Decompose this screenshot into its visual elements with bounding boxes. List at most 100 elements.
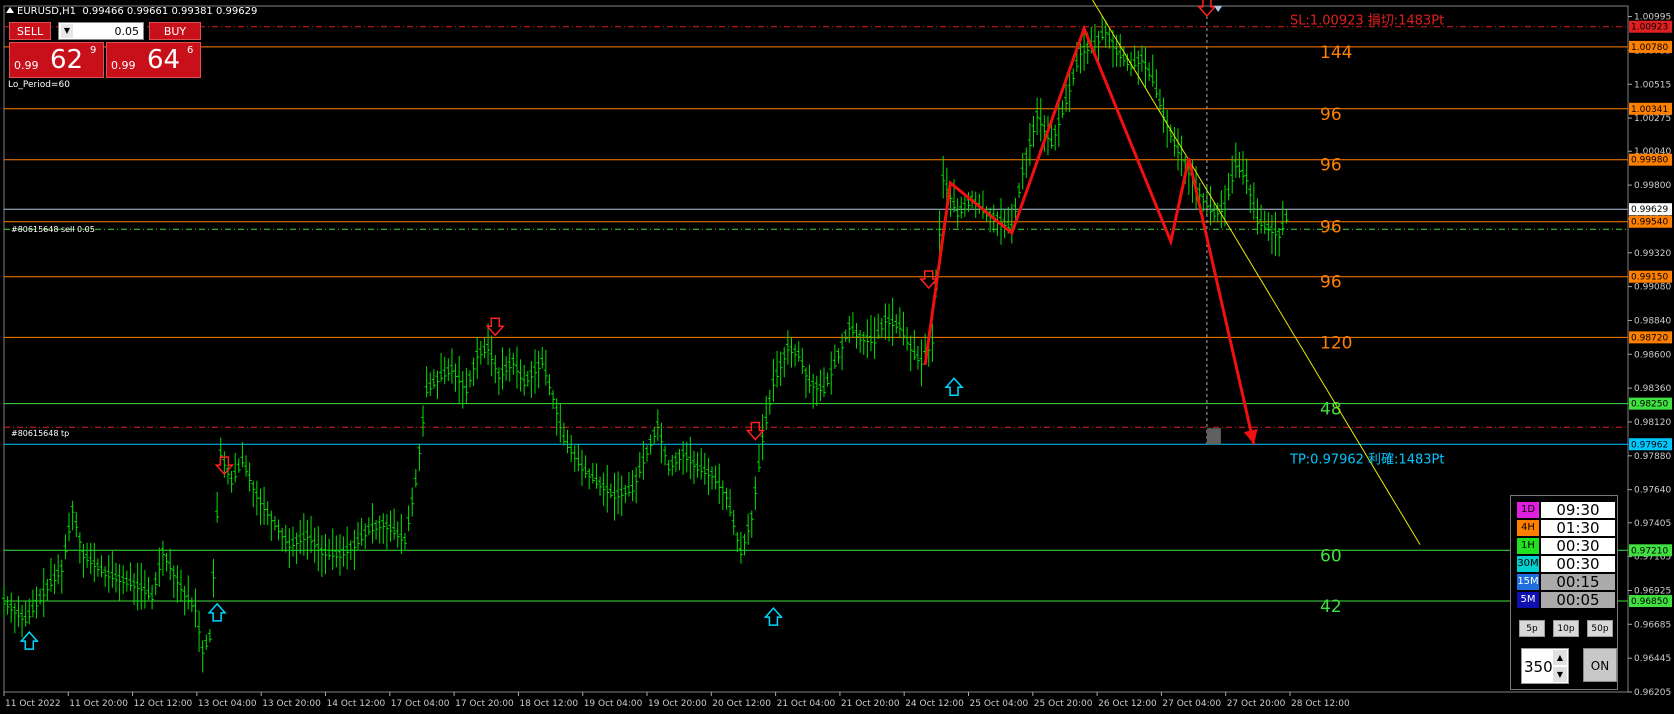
step-10p-button[interactable]: 10p	[1553, 620, 1579, 637]
timeframe-timer-panel: 1D 09:30 4H 01:30 1H 00:30 30M 00:30 15M 00:15 5M 0…	[1510, 495, 1618, 690]
time-tick-label: 13 Oct 04:00	[198, 699, 257, 709]
price-level-tag-label: 1.00780	[1631, 43, 1668, 53]
spin-up-icon[interactable]: ▲	[1553, 650, 1567, 665]
price-level-tag-label: 0.99629	[1631, 205, 1668, 215]
price-tick-label: 0.96685	[1634, 620, 1671, 630]
level-count-label: 42	[1320, 597, 1342, 617]
timer-row-1h: 1H 00:30	[1517, 538, 1615, 554]
price-tick-label: 0.96925	[1634, 586, 1671, 596]
price-level-tag-label: 1.00341	[1631, 105, 1668, 115]
price-tick-label: 1.00275	[1634, 114, 1671, 124]
price-tick-label: 0.97640	[1634, 486, 1671, 496]
level-count-label: 60	[1320, 546, 1342, 566]
time-tick-label: 11 Oct 2022	[5, 699, 61, 709]
sell-signal-arrow-icon	[485, 317, 505, 337]
time-tick-label: 27 Oct 20:00	[1227, 699, 1286, 709]
time-tick-label: 28 Oct 12:00	[1291, 699, 1350, 709]
buy-signal-arrow-icon	[207, 602, 227, 622]
on-toggle-button[interactable]: ON	[1583, 648, 1617, 682]
time-tick-label: 27 Oct 04:00	[1162, 699, 1221, 709]
step-5p-button[interactable]: 5p	[1519, 620, 1545, 637]
sell-price-box[interactable]: 0.99 62 9	[9, 42, 104, 78]
lot-size-input[interactable]: ▼ 0.05	[58, 22, 144, 40]
one-click-trade-panel: SELL ▼ 0.05 BUY 0.99 62 9 0.99 64 6	[9, 22, 201, 78]
buy-price-sup: 6	[187, 45, 194, 56]
level-count-label: 144	[1320, 43, 1352, 63]
pips-spinner[interactable]: 350 ▲ ▼	[1521, 648, 1569, 684]
price-chart[interactable]: 1.009951.007551.005151.002751.000400.998…	[0, 0, 1674, 714]
timer-row-4h: 4H 01:30	[1517, 520, 1615, 536]
price-level-tag-label: 0.97210	[1631, 546, 1668, 556]
sell-signal-arrow-icon	[1197, 0, 1217, 17]
sell-signal-arrow-icon	[745, 421, 766, 441]
sell-signal-arrow-icon	[919, 270, 939, 290]
timer-countdown: 00:30	[1541, 556, 1615, 572]
timer-row-1d: 1D 09:30	[1517, 502, 1615, 518]
price-tick-label: 0.99080	[1634, 283, 1671, 293]
timeframe-tag: 30M	[1517, 556, 1539, 572]
timer-row-15m: 15M 00:15	[1517, 574, 1615, 590]
time-tick-label: 24 Oct 12:00	[905, 699, 964, 709]
buy-button[interactable]: BUY	[149, 22, 201, 40]
timeframe-tag: 1H	[1517, 538, 1539, 554]
lot-value: 0.05	[114, 25, 140, 38]
price-tick-label: 0.99800	[1634, 181, 1671, 191]
sell-price-sup: 9	[90, 45, 97, 56]
price-level-tag-label: 0.99150	[1631, 273, 1668, 283]
step-50p-button[interactable]: 50p	[1587, 620, 1613, 637]
time-tick-label: 19 Oct 04:00	[584, 699, 643, 709]
buy-price-box[interactable]: 0.99 64 6	[106, 42, 201, 78]
price-level-tag-label: 1.00923	[1631, 23, 1668, 33]
zigzag-arrowhead	[1243, 429, 1258, 445]
timer-row-30m: 30M 00:30	[1517, 556, 1615, 572]
price-tick-label: 0.98600	[1634, 350, 1671, 360]
price-level-tag-label: 0.96850	[1631, 597, 1668, 607]
price-tick-label: 0.98840	[1634, 316, 1671, 326]
time-tick-label: 13 Oct 20:00	[262, 699, 321, 709]
level-count-label: 96	[1320, 156, 1342, 176]
chart-symbol: EURUSD,H1	[17, 6, 77, 17]
timer-countdown: 00:30	[1541, 538, 1615, 554]
time-tick-label: 17 Oct 04:00	[391, 699, 450, 709]
price-tick-label: 0.98120	[1634, 418, 1671, 428]
level-count-label: 96	[1320, 218, 1342, 238]
buy-price-big: 64	[147, 45, 181, 75]
lot-dropdown-icon[interactable]: ▼	[61, 24, 73, 38]
buy-signal-arrow-icon	[944, 377, 964, 397]
price-tick-label: 0.98360	[1634, 384, 1671, 394]
collapse-triangle-icon[interactable]	[6, 7, 14, 13]
price-tick-label: 0.97880	[1634, 452, 1671, 462]
level-count-label: 120	[1320, 333, 1352, 353]
timer-countdown: 01:30	[1541, 520, 1615, 536]
price-tick-label: 0.96205	[1634, 688, 1671, 698]
price-tick-label: 1.00515	[1634, 80, 1671, 90]
timer-countdown: 09:30	[1541, 502, 1615, 518]
price-level-tag-label: 0.99980	[1631, 156, 1668, 166]
time-tick-label: 21 Oct 20:00	[841, 699, 900, 709]
price-level-tag-label: 0.99540	[1631, 218, 1668, 228]
tp-annotation: TP:0.97962 利確:1483Pt	[1289, 451, 1444, 467]
current-time-marker-icon	[1214, 6, 1223, 12]
sell-order-label: #80615648 sell 0.05	[11, 225, 95, 234]
time-tick-label: 19 Oct 20:00	[648, 699, 707, 709]
timer-countdown: 00:15	[1541, 574, 1615, 590]
chart-header: EURUSD,H1 0.99466 0.99661 0.99381 0.9962…	[6, 6, 257, 17]
time-tick-label: 14 Oct 12:00	[327, 699, 386, 709]
buy-signal-arrow-icon	[763, 607, 784, 626]
time-tick-label: 20 Oct 12:00	[712, 699, 771, 709]
time-tick-label: 11 Oct 20:00	[69, 699, 128, 709]
zigzag-line	[923, 24, 1256, 445]
chart-ohlc: 0.99466 0.99661 0.99381 0.99629	[82, 6, 258, 17]
timer-row-5m: 5M 00:05	[1517, 592, 1615, 608]
spin-down-icon[interactable]: ▼	[1553, 667, 1567, 682]
time-tick-label: 12 Oct 12:00	[134, 699, 193, 709]
price-level-tag-label: 0.98720	[1631, 333, 1668, 343]
buy-price-small: 0.99	[111, 59, 136, 72]
time-tick-label: 21 Oct 04:00	[777, 699, 836, 709]
forecast-marker	[1206, 428, 1221, 445]
time-tick-label: 25 Oct 04:00	[970, 699, 1029, 709]
tp-order-label: #80615648 tp	[11, 429, 70, 438]
indicator-period-label: Lo_Period=60	[8, 80, 70, 90]
level-count-label: 96	[1320, 273, 1342, 293]
sell-button[interactable]: SELL	[9, 22, 51, 40]
